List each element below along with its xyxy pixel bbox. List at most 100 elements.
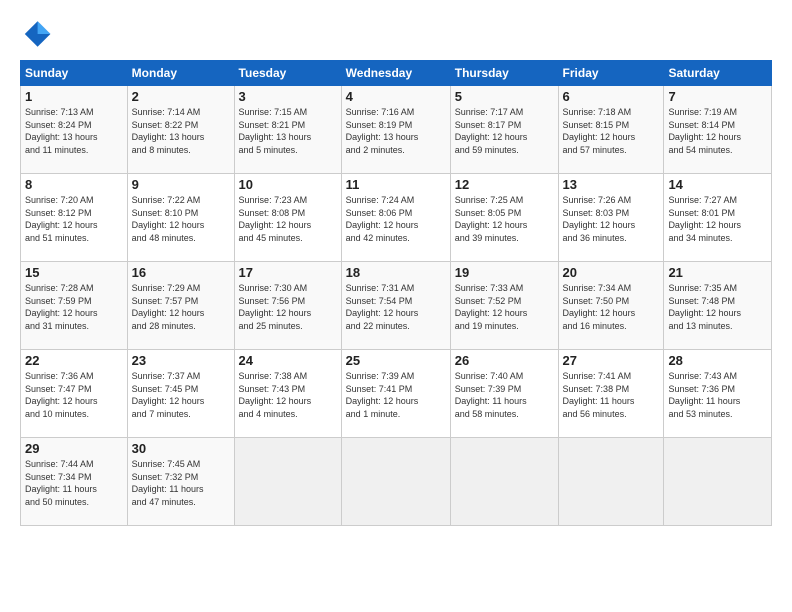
day-number: 30 <box>132 441 230 456</box>
day-cell-2: 2 Sunrise: 7:14 AMSunset: 8:22 PMDaylight… <box>127 86 234 174</box>
week-row-1: 1 Sunrise: 7:13 AMSunset: 8:24 PMDaylight… <box>21 86 772 174</box>
day-info: Sunrise: 7:23 AMSunset: 8:08 PMDaylight:… <box>239 195 312 243</box>
day-cell-3: 3 Sunrise: 7:15 AMSunset: 8:21 PMDaylight… <box>234 86 341 174</box>
day-number: 21 <box>668 265 767 280</box>
day-info: Sunrise: 7:38 AMSunset: 7:43 PMDaylight:… <box>239 371 312 419</box>
day-cell-9: 9 Sunrise: 7:22 AMSunset: 8:10 PMDaylight… <box>127 174 234 262</box>
day-info: Sunrise: 7:16 AMSunset: 8:19 PMDaylight:… <box>346 107 419 155</box>
day-number: 8 <box>25 177 123 192</box>
day-number: 11 <box>346 177 446 192</box>
day-info: Sunrise: 7:28 AMSunset: 7:59 PMDaylight:… <box>25 283 98 331</box>
day-number: 26 <box>455 353 554 368</box>
day-cell-empty-4-5 <box>558 438 664 526</box>
day-number: 12 <box>455 177 554 192</box>
col-friday: Friday <box>558 61 664 86</box>
day-cell-13: 13 Sunrise: 7:26 AMSunset: 8:03 PMDayligh… <box>558 174 664 262</box>
day-number: 29 <box>25 441 123 456</box>
day-number: 2 <box>132 89 230 104</box>
day-cell-24: 24 Sunrise: 7:38 AMSunset: 7:43 PMDayligh… <box>234 350 341 438</box>
day-cell-25: 25 Sunrise: 7:39 AMSunset: 7:41 PMDayligh… <box>341 350 450 438</box>
day-info: Sunrise: 7:18 AMSunset: 8:15 PMDaylight:… <box>563 107 636 155</box>
col-saturday: Saturday <box>664 61 772 86</box>
day-info: Sunrise: 7:15 AMSunset: 8:21 PMDaylight:… <box>239 107 312 155</box>
day-info: Sunrise: 7:17 AMSunset: 8:17 PMDaylight:… <box>455 107 528 155</box>
day-number: 24 <box>239 353 337 368</box>
day-cell-6: 6 Sunrise: 7:18 AMSunset: 8:15 PMDaylight… <box>558 86 664 174</box>
week-row-4: 22Sunrise: 7:36 AMSunset: 7:47 PMDayligh… <box>21 350 772 438</box>
logo <box>20 18 56 50</box>
day-info: Sunrise: 7:29 AMSunset: 7:57 PMDaylight:… <box>132 283 205 331</box>
day-number: 22 <box>25 353 123 368</box>
day-cell-7: 7 Sunrise: 7:19 AMSunset: 8:14 PMDaylight… <box>664 86 772 174</box>
page: Sunday Monday Tuesday Wednesday Thursday… <box>0 0 792 612</box>
day-info: Sunrise: 7:39 AMSunset: 7:41 PMDaylight:… <box>346 371 419 419</box>
day-info: Sunrise: 7:13 AMSunset: 8:24 PMDaylight:… <box>25 107 98 155</box>
day-number: 23 <box>132 353 230 368</box>
col-sunday: Sunday <box>21 61 128 86</box>
day-info: Sunrise: 7:45 AMSunset: 7:32 PMDaylight:… <box>132 459 204 507</box>
day-cell-29: 29 Sunrise: 7:44 AMSunset: 7:34 PMDayligh… <box>21 438 128 526</box>
col-wednesday: Wednesday <box>341 61 450 86</box>
day-cell-17: 17 Sunrise: 7:30 AMSunset: 7:56 PMDayligh… <box>234 262 341 350</box>
day-number: 19 <box>455 265 554 280</box>
calendar-table: Sunday Monday Tuesday Wednesday Thursday… <box>20 60 772 526</box>
day-number: 25 <box>346 353 446 368</box>
day-number: 4 <box>346 89 446 104</box>
day-cell-20: 20 Sunrise: 7:34 AMSunset: 7:50 PMDayligh… <box>558 262 664 350</box>
calendar-header-row: Sunday Monday Tuesday Wednesday Thursday… <box>21 61 772 86</box>
day-cell-16: 16 Sunrise: 7:29 AMSunset: 7:57 PMDayligh… <box>127 262 234 350</box>
col-thursday: Thursday <box>450 61 558 86</box>
day-cell-empty-4-3 <box>341 438 450 526</box>
day-info: Sunrise: 7:20 AMSunset: 8:12 PMDaylight:… <box>25 195 98 243</box>
day-info: Sunrise: 7:31 AMSunset: 7:54 PMDaylight:… <box>346 283 419 331</box>
day-info: Sunrise: 7:24 AMSunset: 8:06 PMDaylight:… <box>346 195 419 243</box>
day-number: 6 <box>563 89 660 104</box>
col-tuesday: Tuesday <box>234 61 341 86</box>
logo-icon <box>20 18 52 50</box>
day-number: 16 <box>132 265 230 280</box>
day-cell-empty-4-6 <box>664 438 772 526</box>
day-cell-19: 19 Sunrise: 7:33 AMSunset: 7:52 PMDayligh… <box>450 262 558 350</box>
day-cell-27: 27 Sunrise: 7:41 AMSunset: 7:38 PMDayligh… <box>558 350 664 438</box>
day-cell-30: 30 Sunrise: 7:45 AMSunset: 7:32 PMDayligh… <box>127 438 234 526</box>
day-info: Sunrise: 7:22 AMSunset: 8:10 PMDaylight:… <box>132 195 205 243</box>
day-info: Sunrise: 7:40 AMSunset: 7:39 PMDaylight:… <box>455 371 527 419</box>
day-cell-empty-4-4 <box>450 438 558 526</box>
day-info: Sunrise: 7:41 AMSunset: 7:38 PMDaylight:… <box>563 371 635 419</box>
day-cell-1: 1 Sunrise: 7:13 AMSunset: 8:24 PMDaylight… <box>21 86 128 174</box>
day-cell-5: 5 Sunrise: 7:17 AMSunset: 8:17 PMDaylight… <box>450 86 558 174</box>
day-cell-11: 11 Sunrise: 7:24 AMSunset: 8:06 PMDayligh… <box>341 174 450 262</box>
day-cell-23: 23Sunrise: 7:37 AMSunset: 7:45 PMDayligh… <box>127 350 234 438</box>
day-number: 13 <box>563 177 660 192</box>
day-info: Sunrise: 7:14 AMSunset: 8:22 PMDaylight:… <box>132 107 205 155</box>
day-cell-21: 21 Sunrise: 7:35 AMSunset: 7:48 PMDayligh… <box>664 262 772 350</box>
day-info: Sunrise: 7:30 AMSunset: 7:56 PMDaylight:… <box>239 283 312 331</box>
day-cell-15: 15Sunrise: 7:28 AMSunset: 7:59 PMDayligh… <box>21 262 128 350</box>
day-number: 17 <box>239 265 337 280</box>
day-cell-22: 22Sunrise: 7:36 AMSunset: 7:47 PMDayligh… <box>21 350 128 438</box>
day-info: Sunrise: 7:19 AMSunset: 8:14 PMDaylight:… <box>668 107 741 155</box>
day-cell-10: 10Sunrise: 7:23 AMSunset: 8:08 PMDayligh… <box>234 174 341 262</box>
day-number: 3 <box>239 89 337 104</box>
day-number: 20 <box>563 265 660 280</box>
day-info: Sunrise: 7:26 AMSunset: 8:03 PMDaylight:… <box>563 195 636 243</box>
day-cell-12: 12 Sunrise: 7:25 AMSunset: 8:05 PMDayligh… <box>450 174 558 262</box>
col-monday: Monday <box>127 61 234 86</box>
day-info: Sunrise: 7:25 AMSunset: 8:05 PMDaylight:… <box>455 195 528 243</box>
day-number: 1 <box>25 89 123 104</box>
day-cell-8: 8 Sunrise: 7:20 AMSunset: 8:12 PMDaylight… <box>21 174 128 262</box>
day-number: 27 <box>563 353 660 368</box>
day-cell-4: 4 Sunrise: 7:16 AMSunset: 8:19 PMDaylight… <box>341 86 450 174</box>
day-info: Sunrise: 7:35 AMSunset: 7:48 PMDaylight:… <box>668 283 741 331</box>
day-cell-14: 14Sunrise: 7:27 AMSunset: 8:01 PMDayligh… <box>664 174 772 262</box>
day-cell-28: 28Sunrise: 7:43 AMSunset: 7:36 PMDayligh… <box>664 350 772 438</box>
week-row-3: 15Sunrise: 7:28 AMSunset: 7:59 PMDayligh… <box>21 262 772 350</box>
day-number: 7 <box>668 89 767 104</box>
day-info: Sunrise: 7:34 AMSunset: 7:50 PMDaylight:… <box>563 283 636 331</box>
day-info: Sunrise: 7:33 AMSunset: 7:52 PMDaylight:… <box>455 283 528 331</box>
week-row-5: 29 Sunrise: 7:44 AMSunset: 7:34 PMDayligh… <box>21 438 772 526</box>
day-info: Sunrise: 7:44 AMSunset: 7:34 PMDaylight:… <box>25 459 97 507</box>
day-number: 5 <box>455 89 554 104</box>
header-area <box>20 18 772 50</box>
day-number: 9 <box>132 177 230 192</box>
